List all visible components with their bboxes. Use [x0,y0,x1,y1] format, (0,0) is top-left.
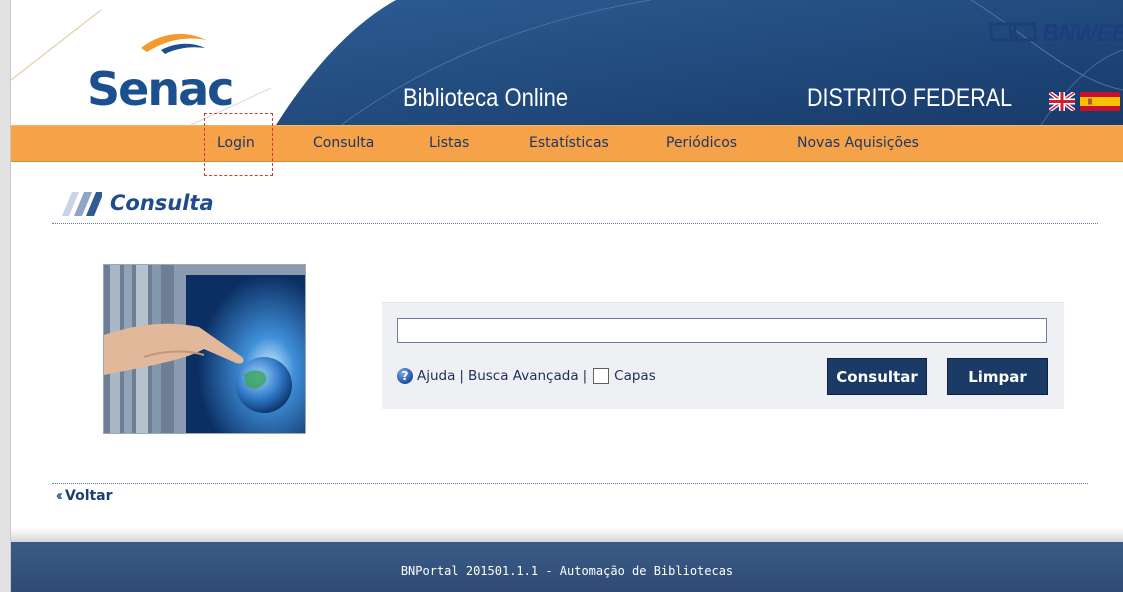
site-footer: BNPortal 201501.1.1 - Automação de Bibli… [11,542,1123,592]
page-title: Consulta [110,191,214,215]
covers-checkbox[interactable] [593,368,610,384]
logo-text: Senac [87,62,234,116]
nav-item-listas[interactable]: Listas [429,135,469,151]
flag-es-icon[interactable] [1080,92,1120,111]
logo-swoosh-icon [141,33,206,54]
nav-item-login[interactable]: Login [217,135,255,151]
back-label: Voltar [65,487,113,504]
left-edge-bar [0,0,11,592]
covers-label: Capas [614,368,656,384]
search-options-row: ? Ajuda | Busca Avançada | Capas [397,366,656,386]
back-link[interactable]: ‹‹ Voltar [56,487,113,504]
flag-uk-icon[interactable] [1049,92,1075,111]
footer-shadow [11,528,1123,542]
search-button[interactable]: Consultar [827,358,927,395]
site-title: Biblioteca Online [403,84,569,112]
page-title-row: Consulta [52,188,1098,224]
footer-text: BNPortal 201501.1.1 - Automação de Bibli… [400,564,734,578]
search-input[interactable] [397,318,1047,343]
open-books-icon [988,22,1038,42]
help-icon[interactable]: ? [397,368,413,384]
title-slash-icon [62,192,102,216]
nav-item-periodicos[interactable]: Periódicos [666,135,737,151]
search-panel: ? Ajuda | Busca Avançada | Capas Consult… [382,302,1064,409]
library-globe-illustration [103,264,306,434]
double-chevron-left-icon: ‹‹ [56,487,63,504]
advanced-search-link[interactable]: Busca Avançada [468,368,579,384]
site-header: Senac Biblioteca Online DISTRITO FEDERAL… [11,0,1123,125]
help-link[interactable]: Ajuda [417,368,455,384]
nav-item-consulta[interactable]: Consulta [313,135,374,151]
divider [52,483,1088,484]
nav-item-estatisticas[interactable]: Estatísticas [529,135,609,151]
nav-item-novas-aquisicoes[interactable]: Novas Aquisições [797,135,919,151]
brand-text: BNWEB [1042,20,1123,47]
main-nav: Login Consulta Listas Estatísticas Perió… [11,125,1123,162]
bnweb-logo: BNWEB [986,18,1123,48]
clear-button[interactable]: Limpar [947,358,1048,395]
separator: | [459,368,464,384]
senac-logo[interactable]: Senac [87,26,237,116]
region-label: DISTRITO FEDERAL [807,84,1013,112]
separator: | [582,368,588,384]
